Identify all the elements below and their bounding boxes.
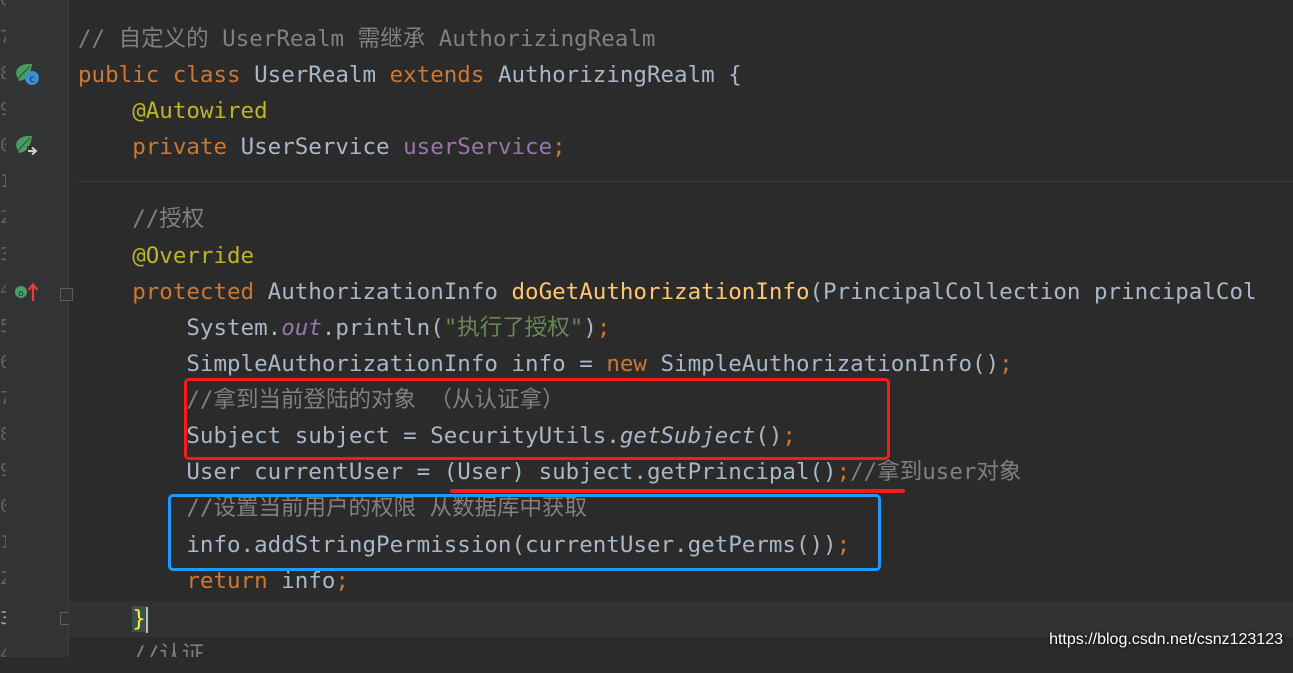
code-line: private UserService userService; (132, 134, 566, 160)
code-line: //授权 (132, 206, 205, 232)
line-number: 8 (0, 424, 6, 445)
line-number: 7 (0, 388, 6, 409)
method-separator (78, 181, 1293, 182)
line-number: 4 (0, 644, 6, 665)
highlight-box-red (184, 378, 890, 460)
code-line: System.out.println("执行了授权"); (186, 315, 611, 341)
line-number: 1 (0, 171, 6, 192)
matched-brace: } (132, 606, 146, 632)
spring-bean-class-icon[interactable]: c (14, 62, 40, 86)
line-number: 8 (0, 63, 6, 84)
svg-text:c: c (29, 74, 35, 85)
code-line: public class UserRealm extends Authorizi… (78, 62, 742, 88)
line-number: 7 (0, 27, 6, 48)
code-line: //认证 (132, 642, 205, 657)
code-line: } (78, 601, 148, 637)
line-number: 3 (0, 608, 6, 629)
highlight-box-blue (168, 494, 881, 571)
code-line: protected AuthorizationInfo doGetAuthori… (132, 279, 1257, 305)
line-number: 0 (0, 496, 6, 517)
code-line: @Override (132, 243, 255, 269)
highlight-underline-red (450, 489, 905, 493)
line-number: 5 (0, 316, 6, 337)
override-method-icon[interactable]: o (14, 280, 40, 304)
line-number: 2 (0, 568, 6, 589)
text-caret (145, 606, 148, 633)
editor-gutter: 6 7 8 9 0 1 2 3 4 5 6 7 8 9 0 1 2 3 4 c … (0, 0, 73, 665)
watermark: https://blog.csdn.net/csnz123123 (1049, 631, 1283, 648)
code-line: // 自定义的 UserRealm 需继承 AuthorizingRealm (78, 26, 656, 52)
line-number: 9 (0, 99, 6, 120)
svg-text:o: o (18, 289, 24, 299)
line-number: 4 (0, 280, 6, 301)
line-number: 2 (0, 207, 6, 228)
autowired-navigate-icon[interactable] (14, 134, 40, 158)
code-line: @Autowired (132, 98, 268, 124)
code-line: SimpleAuthorizationInfo info = new Simpl… (186, 351, 1013, 377)
line-number: 1 (0, 532, 6, 553)
line-number: 0 (0, 135, 6, 156)
line-number: 6 (0, 0, 6, 18)
line-number: 9 (0, 460, 6, 481)
line-number: 6 (0, 352, 6, 373)
line-number: 3 (0, 244, 6, 265)
